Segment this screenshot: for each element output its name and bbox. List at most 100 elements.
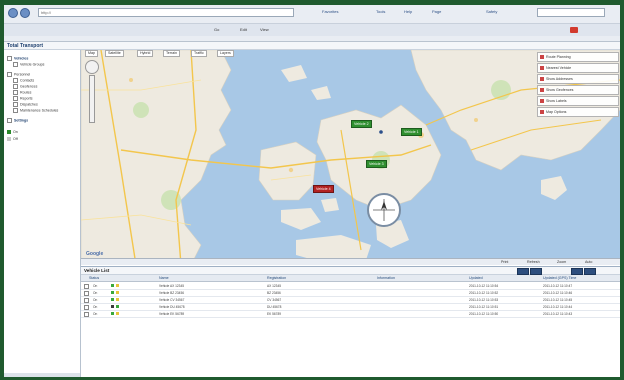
vehicle-label[interactable]: Vehicle 4 xyxy=(313,185,334,193)
cell-registration: BZ 23456 xyxy=(267,291,281,295)
tool-view[interactable]: View xyxy=(260,27,269,32)
sidebar-tree-item[interactable]: Reports xyxy=(13,96,33,101)
table-row[interactable]: On Vehicle EK 56789 EK 56789 2011-10-12 11:… xyxy=(81,311,620,318)
route-panel-label: Show Geofences xyxy=(546,88,574,92)
checkbox-icon[interactable] xyxy=(7,72,12,77)
vehicle-label[interactable]: Vehicle 1 xyxy=(401,128,422,136)
legend-swatch-icon xyxy=(7,137,11,142)
checkbox-icon[interactable] xyxy=(7,118,12,123)
cell-name: Vehicle AX 12345 xyxy=(159,284,184,288)
row-checkbox-icon[interactable] xyxy=(84,298,89,303)
export-icon[interactable] xyxy=(571,268,583,275)
checkbox-icon[interactable] xyxy=(13,90,18,95)
sidebar: Vehicles Vehicle Groups Personnel Contacts G… xyxy=(4,50,81,377)
app-header: Total Transport xyxy=(4,42,620,50)
checkbox-icon[interactable] xyxy=(7,56,12,61)
checkbox-icon[interactable] xyxy=(13,62,18,67)
row-checkbox-icon[interactable] xyxy=(84,305,89,310)
map-refresh-button[interactable]: Refresh xyxy=(527,260,540,264)
sidebar-tree-item[interactable]: Settings xyxy=(7,118,28,123)
map-zoom-button[interactable]: Zoom xyxy=(557,260,566,264)
cell-status: On xyxy=(93,291,98,295)
route-panel-button[interactable]: Show Geofences xyxy=(537,85,619,95)
list-view-icon[interactable] xyxy=(530,268,542,275)
route-panel-button[interactable]: Show Addresses xyxy=(537,74,619,84)
grid-view-icon[interactable] xyxy=(517,268,529,275)
map-auto-button[interactable]: Auto xyxy=(585,260,592,264)
address-bar[interactable]: http:// xyxy=(38,8,294,17)
vehicle-label[interactable]: Vehicle 2 xyxy=(351,120,372,128)
status-indicator-icon xyxy=(116,305,119,308)
tab-traffic[interactable]: Traffic xyxy=(191,50,207,57)
link-page[interactable]: Page xyxy=(432,9,441,15)
status-indicator-icon xyxy=(116,284,119,287)
pan-control[interactable] xyxy=(85,60,99,74)
command-row: Go Edit View xyxy=(4,23,620,36)
route-option-icon xyxy=(540,55,544,60)
route-panel-label: Route Planning xyxy=(546,55,571,59)
table-row[interactable]: On Vehicle CV 34567 CV 34567 2011-10-12 11:… xyxy=(81,297,620,304)
sidebar-tree-item[interactable]: Routes xyxy=(13,90,31,95)
address-text: http:// xyxy=(41,10,52,15)
route-option-icon xyxy=(540,110,544,115)
forward-button[interactable] xyxy=(20,8,30,18)
sidebar-tree-item[interactable]: Vehicles xyxy=(7,56,28,61)
checkbox-icon[interactable] xyxy=(13,108,18,113)
cell-name: Vehicle DU 45678 xyxy=(159,305,185,309)
cell-updated: 2011-10-12 11:10:52 xyxy=(469,291,499,295)
col-status[interactable]: Status xyxy=(89,276,99,280)
route-panel-button[interactable]: Map Options xyxy=(537,107,619,117)
checkbox-icon[interactable] xyxy=(13,84,18,89)
route-panel-button[interactable]: Show Labels xyxy=(537,96,619,106)
tab-map[interactable]: Map xyxy=(85,50,98,57)
browser-search-input[interactable] xyxy=(537,8,605,17)
checkbox-icon[interactable] xyxy=(13,96,18,101)
route-panel-button[interactable]: Nearest Vehicle xyxy=(537,63,619,73)
cell-status: On xyxy=(93,284,98,288)
link-favorites[interactable]: Favorites xyxy=(322,9,338,15)
back-button[interactable] xyxy=(8,8,18,18)
tab-hybrid[interactable]: Hybrid xyxy=(137,50,154,57)
col-name[interactable]: Name xyxy=(159,276,169,280)
table-row[interactable]: On Vehicle BZ 23456 BZ 23456 2011-10-12 11:… xyxy=(81,290,620,297)
map-print-button[interactable]: Print xyxy=(501,260,508,264)
col-updated[interactable]: Updated xyxy=(469,276,483,280)
link-tools[interactable]: Tools xyxy=(376,9,385,15)
route-panel-button[interactable]: Route Planning xyxy=(537,52,619,62)
screen: http:// Favorites Tools Help Page Safety… xyxy=(4,5,620,377)
sidebar-tree-item[interactable]: Geofences xyxy=(13,84,37,89)
col-gps-time[interactable]: Updated (GPS) Time xyxy=(543,276,576,280)
sidebar-tree-item[interactable]: Personnel xyxy=(7,72,30,77)
col-information[interactable]: Information xyxy=(377,276,395,280)
link-safety[interactable]: Safety xyxy=(486,9,497,15)
vehicle-label[interactable]: Vehicle 3 xyxy=(366,160,387,168)
zoom-slider[interactable] xyxy=(89,75,95,123)
col-registration[interactable]: Registration xyxy=(267,276,286,280)
tab-terrain[interactable]: Terrain xyxy=(163,50,180,57)
link-help[interactable]: Help xyxy=(404,9,412,15)
sidebar-tree-label: Personnel xyxy=(14,72,31,77)
tool-edit[interactable]: Edit xyxy=(240,27,247,32)
sidebar-tree-item[interactable]: Contacts xyxy=(13,78,34,83)
settings-icon[interactable] xyxy=(584,268,596,275)
map-view[interactable]: Map Satellite Hybrid Terrain Traffic Lay… xyxy=(81,50,620,265)
table-row[interactable]: On Vehicle AX 12345 AX 12345 2011-10-12 11:… xyxy=(81,283,620,290)
sidebar-tree-item[interactable]: Maintenance Schedules xyxy=(13,108,58,113)
checkbox-icon[interactable] xyxy=(13,102,18,107)
sidebar-tree-label: Routes xyxy=(20,90,32,95)
stop-icon[interactable] xyxy=(570,27,578,33)
row-checkbox-icon[interactable] xyxy=(84,312,89,317)
tab-satellite[interactable]: Satellite xyxy=(105,50,124,57)
status-indicator-icon xyxy=(111,284,114,287)
sidebar-tree-item[interactable]: Dispatches xyxy=(13,102,38,107)
row-checkbox-icon[interactable] xyxy=(84,291,89,296)
tab-layers[interactable]: Layers xyxy=(217,50,234,57)
panel-titlebar: Vehicle List xyxy=(81,267,620,275)
sidebar-tree-item[interactable]: Vehicle Groups xyxy=(13,62,44,67)
checkbox-icon[interactable] xyxy=(13,78,18,83)
table-row[interactable]: On Vehicle DU 45678 DU 45678 2011-10-12 11:… xyxy=(81,304,620,311)
cell-registration: EK 56789 xyxy=(267,312,282,316)
panel-title: Vehicle List xyxy=(84,268,110,273)
row-checkbox-icon[interactable] xyxy=(84,284,89,289)
tool-go[interactable]: Go xyxy=(214,27,219,32)
